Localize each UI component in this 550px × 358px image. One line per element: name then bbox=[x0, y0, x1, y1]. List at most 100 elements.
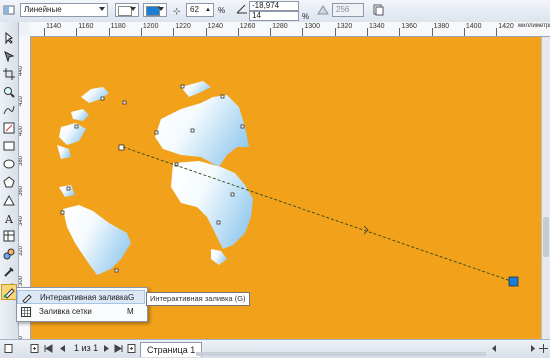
scrollbar-thumb[interactable] bbox=[543, 217, 549, 257]
ruler-tick bbox=[140, 28, 142, 36]
menu-item-label: Заливка сетки bbox=[39, 307, 92, 316]
ruler-tick-label: 1200 bbox=[142, 23, 159, 30]
arctic-island-shape[interactable] bbox=[71, 109, 89, 121]
ruler-tick bbox=[173, 28, 175, 36]
blend-tool-icon[interactable] bbox=[3, 248, 15, 260]
document-icon[interactable] bbox=[4, 344, 13, 353]
navigator-icon[interactable] bbox=[539, 344, 548, 353]
freehand-tool-icon[interactable] bbox=[3, 104, 15, 116]
south-america-shape[interactable] bbox=[63, 205, 131, 275]
basic-shapes-tool-icon[interactable] bbox=[3, 194, 15, 206]
pick-tool-icon[interactable] bbox=[3, 31, 15, 45]
start-color-picker[interactable] bbox=[115, 3, 139, 17]
menu-item-interactive-fill[interactable]: Интерактивная заливка G bbox=[17, 290, 145, 304]
menu-item-shortcut: G bbox=[128, 293, 135, 302]
ruler-tick-label: 1280 bbox=[272, 23, 288, 30]
ruler-tick bbox=[496, 28, 498, 36]
ruler-tick bbox=[399, 28, 401, 36]
horizontal-scrollbar-track[interactable] bbox=[196, 352, 486, 356]
first-page-icon[interactable] bbox=[44, 344, 53, 353]
ruler-tick-label: 1420 bbox=[498, 23, 514, 30]
ruler-tick-label: 1300 bbox=[304, 23, 320, 30]
next-page-icon[interactable] bbox=[102, 344, 111, 353]
steps-lock-icon[interactable] bbox=[317, 4, 329, 16]
madagascar-shape[interactable] bbox=[211, 249, 227, 265]
ruler-tick-label: 1260 bbox=[239, 23, 256, 30]
smart-fill-tool-icon[interactable] bbox=[3, 122, 15, 134]
ruler-tick-label: 1180 bbox=[110, 23, 126, 30]
scroll-left-icon[interactable] bbox=[490, 344, 499, 353]
ruler-tick bbox=[334, 28, 336, 36]
fill-type-icon bbox=[3, 4, 15, 16]
fill-type-value: Линейные bbox=[24, 5, 62, 14]
fill-type-dropdown[interactable]: Линейные bbox=[20, 3, 108, 17]
svg-text:A: A bbox=[4, 213, 14, 224]
eyedropper-tool-icon[interactable] bbox=[3, 266, 15, 278]
menu-item-mesh-fill[interactable]: Заливка сетки M bbox=[17, 305, 145, 319]
property-bar: Линейные ⊹ 62 ▲ % -18,974 14 % 256 bbox=[0, 0, 550, 23]
ruler-unit-label: миллиметры bbox=[518, 23, 550, 29]
angle-icon bbox=[236, 2, 248, 14]
text-tool-icon[interactable]: A bbox=[3, 212, 15, 226]
fill-vector-line[interactable] bbox=[122, 146, 515, 283]
ruler-tick-label: 1240 bbox=[207, 23, 224, 30]
interactive-fill-icon bbox=[22, 293, 32, 304]
ruler-tick-label: 1160 bbox=[78, 23, 94, 30]
ruler-tick bbox=[237, 28, 239, 36]
crop-tool-icon[interactable] bbox=[3, 68, 15, 80]
page-tab[interactable]: Страница 1 bbox=[140, 342, 203, 357]
transparency-input[interactable]: 62 ▲ bbox=[186, 3, 214, 17]
edge-pad-input[interactable]: 14 bbox=[249, 11, 299, 21]
ruler-tick bbox=[205, 28, 207, 36]
ruler-tick-label: 1400 bbox=[465, 23, 482, 30]
page-navigator: 1 из 1 Страница 1 bbox=[0, 339, 550, 358]
ruler-tick-label: 1220 bbox=[175, 23, 191, 30]
svg-text:⊹: ⊹ bbox=[173, 7, 181, 16]
ruler-tick-label: 1140 bbox=[46, 23, 62, 30]
ruler-tick bbox=[463, 28, 465, 36]
ruler-tick-label: 1360 bbox=[401, 23, 417, 30]
shape-tool-icon[interactable] bbox=[3, 50, 15, 63]
polygon-tool-icon[interactable] bbox=[3, 176, 15, 188]
prev-page-icon[interactable] bbox=[58, 344, 67, 353]
tooltip: Интерактивная заливка (G) bbox=[146, 292, 250, 306]
add-page-after-icon[interactable] bbox=[127, 344, 136, 353]
steps-value: 256 bbox=[336, 5, 350, 14]
menu-item-shortcut: M bbox=[127, 307, 134, 316]
ruler-tick bbox=[431, 28, 433, 36]
ellipse-tool-icon[interactable] bbox=[3, 158, 15, 170]
zoom-tool-icon[interactable] bbox=[3, 86, 15, 98]
interactive-fill-tool-icon[interactable] bbox=[1, 284, 17, 300]
ruler-tick bbox=[302, 28, 304, 36]
chevron-down-icon bbox=[130, 7, 136, 11]
ruler-tick bbox=[367, 28, 368, 36]
transparency-unit: % bbox=[218, 6, 226, 15]
menu-item-label: Интерактивная заливка bbox=[40, 293, 129, 302]
chevron-down-icon bbox=[99, 7, 105, 11]
europe-asia-shape[interactable] bbox=[155, 95, 249, 167]
africa-shape[interactable] bbox=[171, 161, 253, 249]
ruler-tick bbox=[108, 28, 110, 36]
table-tool-icon[interactable] bbox=[3, 230, 15, 242]
scandinavia-shape[interactable] bbox=[181, 81, 211, 97]
horizontal-ruler[interactable]: 1140 1160 1180 1200 1220 1240 1260 1280 1300 1320… bbox=[30, 22, 550, 37]
scroll-right-icon[interactable] bbox=[528, 344, 537, 353]
greenland-shape[interactable] bbox=[81, 87, 109, 103]
vertical-scrollbar[interactable] bbox=[541, 37, 550, 339]
north-america-south-shape[interactable] bbox=[57, 145, 71, 159]
ruler-tick bbox=[270, 28, 272, 36]
fill-end-handle[interactable] bbox=[508, 276, 519, 287]
rectangle-tool-icon[interactable] bbox=[3, 140, 15, 152]
transparency-icon: ⊹ bbox=[173, 4, 185, 17]
fill-tool-flyout: Интерактивная заливка G Заливка сетки M bbox=[16, 287, 148, 322]
steps-input[interactable]: 256 bbox=[332, 3, 364, 17]
edge-pad-value: 14 bbox=[252, 11, 261, 20]
ruler-tick bbox=[76, 28, 78, 36]
last-page-icon[interactable] bbox=[114, 344, 123, 353]
ruler-tick bbox=[44, 28, 45, 36]
north-america-shape[interactable] bbox=[59, 123, 86, 145]
copy-properties-icon[interactable] bbox=[372, 4, 384, 16]
ruler-tick-label: 1380 bbox=[433, 23, 450, 30]
add-page-before-icon[interactable] bbox=[30, 344, 39, 353]
end-color-picker[interactable] bbox=[143, 3, 167, 17]
